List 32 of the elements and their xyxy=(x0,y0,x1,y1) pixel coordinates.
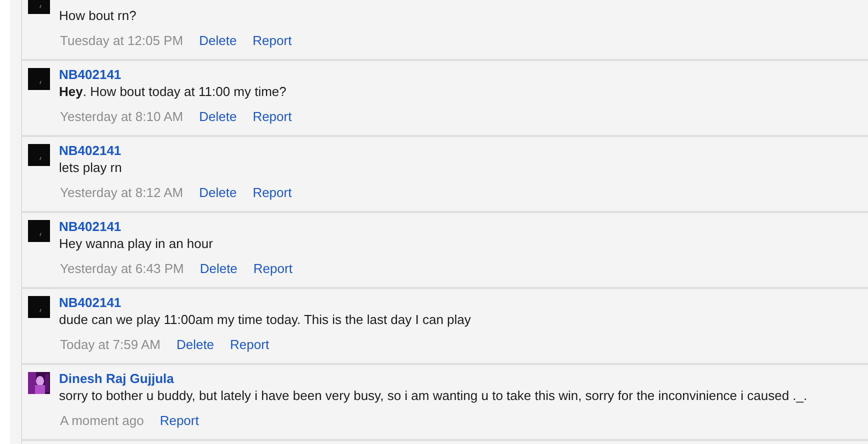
message-text: lets play rn xyxy=(59,160,123,176)
action-link[interactable]: Delete xyxy=(199,109,237,125)
avatar-icon xyxy=(28,144,50,166)
action-link[interactable]: Delete xyxy=(199,185,237,201)
author-name[interactable]: NB402141 xyxy=(59,219,122,235)
author-name[interactable]: NB402141 xyxy=(59,295,122,311)
action-link[interactable]: Report xyxy=(230,337,270,353)
avatar-icon xyxy=(28,220,50,242)
action-link[interactable]: Report xyxy=(253,261,292,277)
author-name[interactable]: Dinesh Raj Gujjula xyxy=(59,371,174,387)
avatar-icon xyxy=(28,296,50,318)
timestamp: Yesterday at 8:10 AM xyxy=(60,109,184,125)
timestamp: Yesterday at 8:12 AM xyxy=(60,185,184,201)
timestamp: Tuesday at 12:05 PM xyxy=(60,33,184,49)
message-text: sorry to bother u buddy, but lately i have been very busy, so i am wanting u to take this win, sorry for the inconvinience i caused ._. xyxy=(59,388,808,404)
action-link[interactable]: Delete xyxy=(176,337,214,353)
message-text: dude can we play 11:00am my time today. This is the last day I can play xyxy=(59,312,471,328)
action-link[interactable]: Delete xyxy=(200,261,238,277)
message-text: How bout rn? xyxy=(59,8,138,24)
avatar-icon xyxy=(28,68,50,90)
timestamp: Yesterday at 6:43 PM xyxy=(60,261,184,277)
author-name[interactable]: NB402141 xyxy=(59,67,122,83)
message-text: Hey. How bout today at 11:00 my time? xyxy=(59,84,288,100)
action-link[interactable]: Report xyxy=(160,413,199,429)
action-link[interactable]: Report xyxy=(252,185,292,201)
action-link[interactable]: Report xyxy=(252,109,292,125)
author-name[interactable]: NB402141 xyxy=(59,143,122,159)
timestamp: A moment ago xyxy=(60,413,144,429)
action-link[interactable]: Report xyxy=(252,33,292,49)
action-link[interactable]: Delete xyxy=(199,33,237,49)
message-text: Hey wanna play in an hour xyxy=(59,236,214,252)
timestamp: Today at 7:59 AM xyxy=(60,337,160,353)
